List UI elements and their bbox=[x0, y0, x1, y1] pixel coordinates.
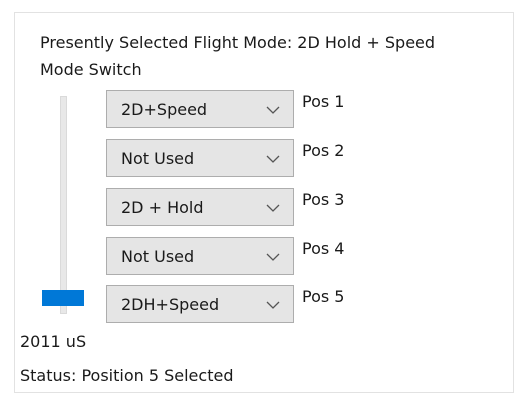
pos-label-3: Pos 3 bbox=[302, 190, 345, 209]
status-text: Status: Position 5 Selected bbox=[20, 366, 234, 385]
mode-select-pos-2[interactable]: Not Used bbox=[106, 139, 294, 177]
mode-select-value: Not Used bbox=[121, 149, 195, 168]
mode-switch-slider-thumb[interactable] bbox=[42, 290, 84, 306]
selected-flight-mode-label: Presently Selected Flight Mode: 2D Hold … bbox=[40, 33, 436, 52]
mode-select-value: 2DH+Speed bbox=[121, 295, 220, 314]
pulse-width-readout: 2011 uS bbox=[20, 332, 87, 351]
mode-select-pos-3[interactable]: 2D + Hold bbox=[106, 188, 294, 226]
pos-label-4: Pos 4 bbox=[302, 239, 345, 258]
pos-label-1: Pos 1 bbox=[302, 92, 345, 111]
mode-select-value: 2D + Hold bbox=[121, 198, 204, 217]
mode-select-value: 2D+Speed bbox=[121, 100, 208, 119]
chevron-down-icon bbox=[266, 253, 280, 261]
mode-switch-title: Mode Switch bbox=[40, 60, 142, 79]
chevron-down-icon bbox=[266, 204, 280, 212]
mode-select-value: Not Used bbox=[121, 247, 195, 266]
chevron-down-icon bbox=[266, 106, 280, 114]
chevron-down-icon bbox=[266, 301, 280, 309]
chevron-down-icon bbox=[266, 155, 280, 163]
mode-switch-slider-track[interactable] bbox=[60, 96, 67, 314]
mode-select-pos-4[interactable]: Not Used bbox=[106, 237, 294, 275]
mode-select-pos-1[interactable]: 2D+Speed bbox=[106, 90, 294, 128]
mode-select-pos-5[interactable]: 2DH+Speed bbox=[106, 285, 294, 323]
pos-label-2: Pos 2 bbox=[302, 141, 345, 160]
pos-label-5: Pos 5 bbox=[302, 287, 345, 306]
